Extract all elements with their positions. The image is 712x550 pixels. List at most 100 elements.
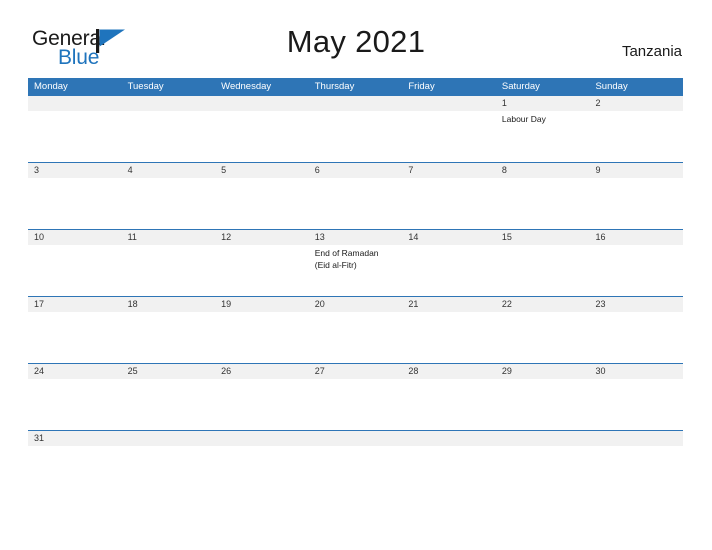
day-number[interactable]: 10 xyxy=(28,230,122,245)
week-row: 17 18 19 20 21 22 23 xyxy=(28,296,683,363)
day-cell[interactable] xyxy=(589,245,683,296)
day-number[interactable]: 14 xyxy=(402,230,496,245)
day-number[interactable]: 23 xyxy=(589,297,683,312)
day-number[interactable]: 7 xyxy=(402,163,496,178)
day-number[interactable] xyxy=(122,96,216,111)
day-number[interactable]: 8 xyxy=(496,163,590,178)
day-number[interactable] xyxy=(28,96,122,111)
day-cell[interactable] xyxy=(28,379,122,430)
day-cell[interactable] xyxy=(496,446,590,454)
day-cell[interactable] xyxy=(215,178,309,229)
weekday-header-wednesday: Wednesday xyxy=(221,81,272,92)
day-number[interactable]: 27 xyxy=(309,364,403,379)
weekday-header-saturday: Saturday xyxy=(501,81,540,92)
day-cell[interactable] xyxy=(402,446,496,454)
day-cell[interactable] xyxy=(28,111,122,162)
day-number[interactable]: 3 xyxy=(28,163,122,178)
day-number[interactable]: 6 xyxy=(309,163,403,178)
day-cell[interactable] xyxy=(309,178,403,229)
day-cell[interactable] xyxy=(309,111,403,162)
day-number[interactable] xyxy=(215,431,309,446)
day-number[interactable]: 28 xyxy=(402,364,496,379)
day-number[interactable]: 19 xyxy=(215,297,309,312)
page-header: General Blue May 2021 Tanzania xyxy=(0,0,712,68)
day-number[interactable]: 12 xyxy=(215,230,309,245)
day-cell[interactable] xyxy=(215,379,309,430)
day-number[interactable]: 25 xyxy=(122,364,216,379)
day-cell[interactable] xyxy=(309,312,403,363)
day-number[interactable]: 2 xyxy=(589,96,683,111)
day-cell[interactable] xyxy=(496,178,590,229)
day-number[interactable]: 22 xyxy=(496,297,590,312)
weekday-header-tuesday: Tuesday xyxy=(127,81,164,92)
day-cell[interactable] xyxy=(309,379,403,430)
page-title: May 2021 xyxy=(286,24,426,59)
day-number[interactable]: 31 xyxy=(28,431,122,446)
day-number[interactable] xyxy=(402,431,496,446)
weekday-header-sunday: Sunday xyxy=(595,81,628,92)
day-cell[interactable] xyxy=(122,111,216,162)
day-cell[interactable] xyxy=(402,379,496,430)
day-number[interactable] xyxy=(589,431,683,446)
day-cell[interactable] xyxy=(309,446,403,454)
day-number[interactable]: 4 xyxy=(122,163,216,178)
day-cell[interactable] xyxy=(496,312,590,363)
day-cell[interactable] xyxy=(122,245,216,296)
day-cell[interactable] xyxy=(402,111,496,162)
day-number[interactable]: 24 xyxy=(28,364,122,379)
day-cell[interactable] xyxy=(122,379,216,430)
day-event: End of Ramadan (Eid al-Fitr) xyxy=(314,248,379,270)
day-number[interactable]: 29 xyxy=(496,364,590,379)
day-number[interactable]: 13 xyxy=(309,230,403,245)
day-number[interactable]: 1 xyxy=(496,96,590,111)
day-cell[interactable] xyxy=(215,446,309,454)
day-cell[interactable] xyxy=(215,245,309,296)
day-number[interactable]: 26 xyxy=(215,364,309,379)
day-cell[interactable] xyxy=(589,446,683,454)
day-cell[interactable] xyxy=(215,312,309,363)
week-number-band: 17 18 19 20 21 22 23 xyxy=(28,297,683,312)
day-number[interactable]: 17 xyxy=(28,297,122,312)
week-body-band: End of Ramadan (Eid al-Fitr) xyxy=(28,245,683,296)
day-cell[interactable] xyxy=(589,379,683,430)
day-number[interactable] xyxy=(402,96,496,111)
day-cell[interactable] xyxy=(589,111,683,162)
day-cell[interactable]: Labour Day xyxy=(496,111,590,162)
day-cell[interactable] xyxy=(28,446,122,454)
day-cell[interactable] xyxy=(28,245,122,296)
day-number[interactable]: 30 xyxy=(589,364,683,379)
day-number[interactable] xyxy=(122,431,216,446)
day-cell[interactable] xyxy=(496,379,590,430)
day-number[interactable] xyxy=(496,431,590,446)
week-number-band: 10 11 12 13 14 15 16 xyxy=(28,230,683,245)
day-cell[interactable] xyxy=(402,312,496,363)
day-cell[interactable] xyxy=(589,312,683,363)
weekday-header-thursday: Thursday xyxy=(314,81,355,92)
day-number[interactable] xyxy=(215,96,309,111)
day-cell[interactable] xyxy=(28,178,122,229)
day-cell[interactable] xyxy=(402,245,496,296)
day-number[interactable]: 11 xyxy=(122,230,216,245)
day-number[interactable] xyxy=(309,96,403,111)
day-number[interactable]: 16 xyxy=(589,230,683,245)
day-cell[interactable] xyxy=(122,312,216,363)
day-cell[interactable] xyxy=(589,178,683,229)
day-number[interactable]: 15 xyxy=(496,230,590,245)
day-number[interactable]: 5 xyxy=(215,163,309,178)
day-number[interactable] xyxy=(309,431,403,446)
day-cell[interactable] xyxy=(496,245,590,296)
day-cell[interactable] xyxy=(402,178,496,229)
day-cell[interactable]: End of Ramadan (Eid al-Fitr) xyxy=(309,245,403,296)
week-row: 10 11 12 13 14 15 16 End of Ramadan (Eid… xyxy=(28,229,683,296)
day-number[interactable]: 18 xyxy=(122,297,216,312)
day-cell[interactable] xyxy=(28,312,122,363)
week-body-band xyxy=(28,446,683,454)
day-number[interactable]: 9 xyxy=(589,163,683,178)
week-body-band xyxy=(28,379,683,430)
day-cell[interactable] xyxy=(215,111,309,162)
day-number[interactable]: 21 xyxy=(402,297,496,312)
day-cell[interactable] xyxy=(122,446,216,454)
calendar-grid: Monday Tuesday Wednesday Thursday Friday… xyxy=(28,78,683,454)
day-number[interactable]: 20 xyxy=(309,297,403,312)
day-cell[interactable] xyxy=(122,178,216,229)
